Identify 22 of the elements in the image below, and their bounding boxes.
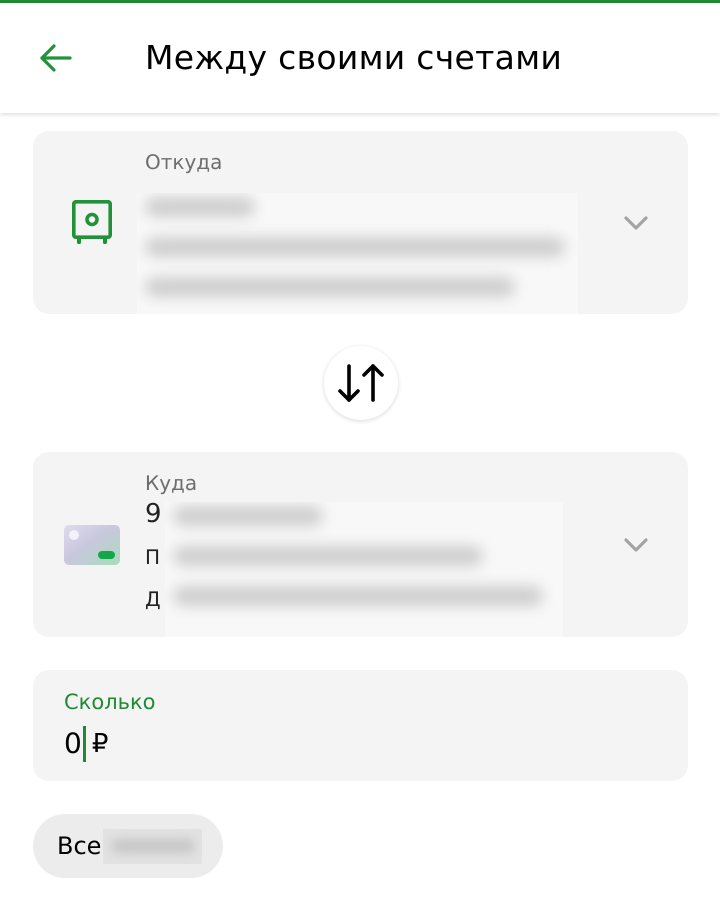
- account-label: Куда: [145, 470, 198, 496]
- chevron-down-icon: [624, 538, 648, 552]
- account-detail-text: П: [145, 544, 160, 571]
- screen-title: Между своими счетами: [145, 38, 562, 78]
- text-cursor-icon: [82, 726, 86, 762]
- all-amount-chip[interactable]: Все: [33, 814, 224, 878]
- chevron-down-icon: [624, 216, 648, 230]
- account-label: Откуда: [145, 149, 222, 175]
- card-icon: [64, 524, 120, 564]
- amount-field[interactable]: Сколько 0 ₽: [33, 670, 688, 781]
- account-detail-text: Д: [145, 586, 161, 613]
- account-selector[interactable]: Откуда: [33, 131, 688, 314]
- back-arrow-icon: [40, 44, 72, 72]
- balance-text: 9: [145, 498, 162, 531]
- safe-icon: [72, 200, 112, 245]
- account-selector[interactable]: Куда 9 П Д: [33, 452, 688, 637]
- currency-sign: ₽: [92, 728, 108, 761]
- amount-value: 0: [64, 726, 82, 762]
- swap-arrows-icon: [336, 363, 384, 403]
- amount-label: Сколько: [64, 689, 156, 716]
- swap-button[interactable]: [324, 346, 398, 420]
- chip-label: Все: [57, 831, 102, 861]
